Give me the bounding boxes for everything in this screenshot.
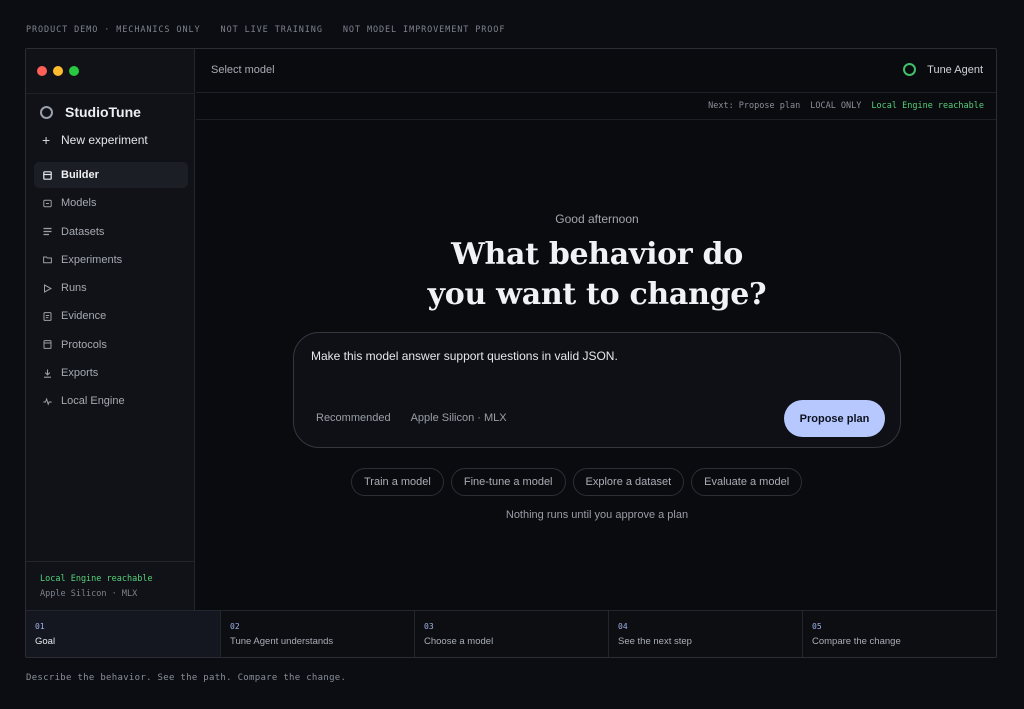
tune-agent-label: Tune Agent bbox=[927, 63, 983, 76]
mode-badge: LOCAL ONLY bbox=[810, 101, 862, 111]
sidebar-item-evidence[interactable]: Evidence bbox=[34, 303, 188, 329]
step-goal[interactable]: 01 Goal bbox=[26, 611, 221, 657]
builder-icon bbox=[43, 170, 52, 180]
propose-plan-button[interactable]: Propose plan bbox=[784, 400, 885, 437]
sidebar-item-datasets[interactable]: Datasets bbox=[34, 219, 188, 245]
sidebar-item-label: Exports bbox=[61, 367, 99, 380]
step-number: 04 bbox=[618, 622, 628, 631]
prompt-composer: Make this model answer support questions… bbox=[293, 332, 901, 448]
demo-banner: PRODUCT DEMO · MECHANICS ONLY NOT LIVE T… bbox=[26, 25, 519, 35]
datasets-icon bbox=[43, 227, 52, 236]
models-icon bbox=[43, 199, 52, 208]
brand-name: StudioTune bbox=[65, 104, 141, 120]
play-icon bbox=[43, 283, 52, 293]
step-label: Compare the change bbox=[812, 636, 901, 647]
page-title-line: you want to change? bbox=[427, 277, 767, 312]
sidebar-item-exports[interactable]: Exports bbox=[34, 360, 188, 386]
sidebar-item-models[interactable]: Models bbox=[34, 190, 188, 216]
composer-meta: Recommended Apple Silicon · MLX bbox=[316, 412, 507, 424]
sidebar-item-protocols[interactable]: Protocols bbox=[34, 332, 188, 358]
step-progress: 01 Goal 02 Tune Agent understands 03 Cho… bbox=[26, 610, 996, 657]
chip-evaluate-model[interactable]: Evaluate a model bbox=[691, 468, 803, 496]
top-bar: Select model Tune Agent bbox=[196, 49, 996, 93]
engine-hardware-text: Apple Silicon · MLX bbox=[40, 589, 138, 599]
sidebar-item-label: Datasets bbox=[61, 225, 105, 238]
chip-fine-tune-model[interactable]: Fine-tune a model bbox=[450, 468, 566, 496]
step-number: 02 bbox=[230, 622, 240, 631]
sidebar-item-label: Experiments bbox=[61, 253, 123, 266]
engine-status-badge: Local Engine reachable bbox=[871, 101, 984, 111]
suggestion-chips: Train a model Fine-tune a model Explore … bbox=[351, 468, 803, 496]
sidebar-item-label: Builder bbox=[61, 169, 99, 181]
chip-explore-dataset[interactable]: Explore a dataset bbox=[572, 468, 685, 496]
select-model-button[interactable]: Select model bbox=[211, 64, 275, 76]
sidebar-item-builder[interactable]: Builder bbox=[34, 162, 188, 188]
new-experiment-button[interactable]: + New experiment bbox=[42, 133, 148, 147]
download-icon bbox=[43, 369, 52, 378]
sidebar-item-local-engine[interactable]: Local Engine bbox=[34, 388, 188, 414]
sidebar-item-label: Local Engine bbox=[61, 395, 125, 408]
chip-train-model[interactable]: Train a model bbox=[351, 468, 444, 496]
maximize-window-button[interactable] bbox=[69, 66, 79, 76]
prompt-input[interactable]: Make this model answer support questions… bbox=[311, 349, 618, 363]
agent-status-icon bbox=[903, 63, 917, 76]
engine-status: Local Engine reachable Apple Silicon · M… bbox=[40, 572, 153, 602]
sidebar: StudioTune + New experiment Builder Mode… bbox=[26, 49, 195, 610]
divider bbox=[26, 93, 195, 94]
minimize-window-button[interactable] bbox=[53, 66, 63, 76]
brand[interactable]: StudioTune bbox=[40, 104, 141, 120]
close-window-button[interactable] bbox=[37, 66, 47, 76]
status-bar: Next: Propose plan LOCAL ONLY Local Engi… bbox=[196, 94, 996, 120]
hardware-selector[interactable]: Apple Silicon · MLX bbox=[411, 412, 507, 424]
folder-icon bbox=[43, 255, 52, 264]
divider bbox=[26, 561, 195, 562]
evidence-icon bbox=[43, 312, 52, 321]
app-window: StudioTune + New experiment Builder Mode… bbox=[25, 48, 997, 658]
sidebar-item-label: Runs bbox=[61, 282, 87, 295]
step-label: Choose a model bbox=[424, 636, 494, 647]
step-number: 05 bbox=[812, 622, 822, 631]
banner-item: NOT LIVE TRAINING bbox=[220, 25, 323, 35]
window-controls bbox=[37, 66, 79, 76]
pulse-icon bbox=[43, 397, 52, 406]
step-next-step[interactable]: 04 See the next step bbox=[609, 611, 803, 657]
logo-ring-icon bbox=[40, 105, 53, 119]
sidebar-item-label: Protocols bbox=[61, 338, 107, 351]
sidebar-item-experiments[interactable]: Experiments bbox=[34, 247, 188, 273]
approval-note: Nothing runs until you approve a plan bbox=[505, 509, 689, 521]
page-title-line: What behavior do bbox=[451, 237, 743, 272]
sidebar-item-label: Evidence bbox=[61, 310, 107, 323]
new-experiment-label: New experiment bbox=[61, 133, 148, 147]
step-choose-model[interactable]: 03 Choose a model bbox=[415, 611, 609, 657]
footer-tagline: Describe the behavior. See the path. Com… bbox=[26, 673, 347, 683]
engine-status-text: Local Engine reachable bbox=[40, 574, 153, 584]
plus-icon: + bbox=[42, 132, 51, 148]
tune-agent-button[interactable]: Tune Agent bbox=[903, 63, 983, 76]
step-label: Goal bbox=[35, 636, 56, 647]
step-label: Tune Agent understands bbox=[230, 636, 334, 647]
sidebar-item-runs[interactable]: Runs bbox=[34, 275, 188, 301]
sidebar-item-label: Models bbox=[61, 197, 97, 210]
sidebar-nav: Builder Models Datasets Experiments Runs… bbox=[34, 162, 188, 417]
banner-item: NOT MODEL IMPROVEMENT PROOF bbox=[342, 25, 506, 35]
step-number: 01 bbox=[35, 622, 45, 631]
page-title: What behavior do you want to change? bbox=[196, 235, 996, 315]
next-step-text: Next: Propose plan bbox=[708, 101, 801, 111]
step-compare-change[interactable]: 05 Compare the change bbox=[803, 611, 996, 657]
greeting: Good afternoon bbox=[555, 212, 639, 226]
step-agent-understands[interactable]: 02 Tune Agent understands bbox=[221, 611, 415, 657]
step-label: See the next step bbox=[618, 636, 692, 647]
recommended-label: Recommended bbox=[316, 412, 391, 424]
protocols-icon bbox=[43, 340, 52, 350]
step-number: 03 bbox=[424, 622, 434, 631]
banner-item: PRODUCT DEMO · MECHANICS ONLY bbox=[26, 25, 201, 35]
